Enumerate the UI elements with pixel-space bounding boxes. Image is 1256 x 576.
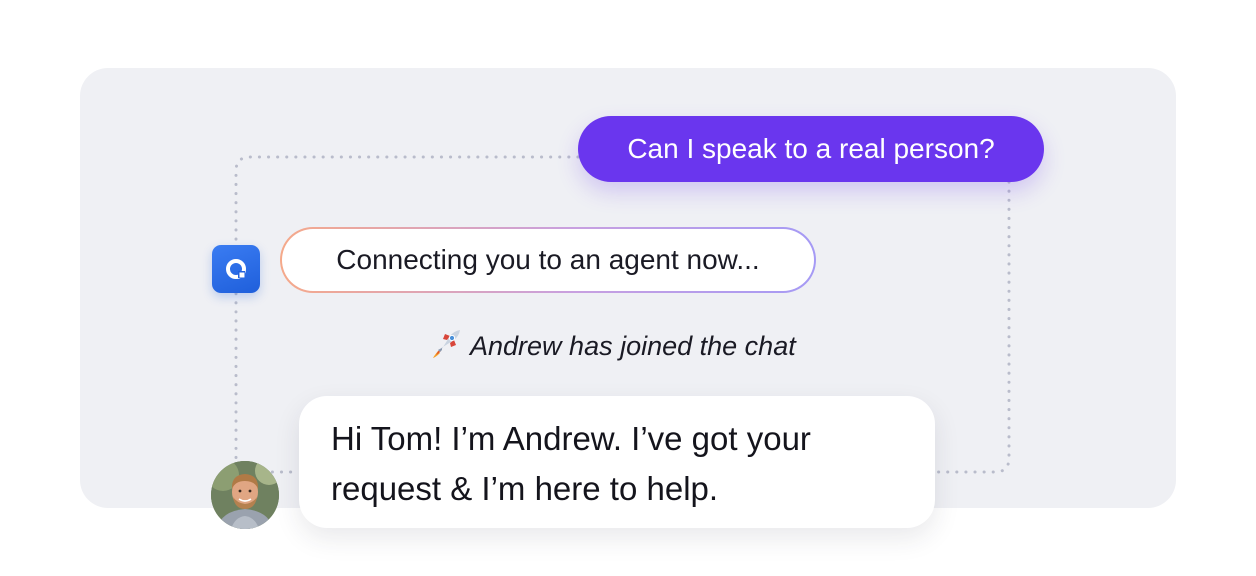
rocket-icon <box>433 330 460 358</box>
agent-photo-avatar <box>211 461 279 529</box>
user-message-text: Can I speak to a real person? <box>627 133 995 164</box>
agent-joined-text: Andrew has joined the chat <box>470 331 796 361</box>
agent-joined-note: Andrew has joined the chat <box>430 326 850 366</box>
bot-logo-icon <box>226 259 246 279</box>
bot-message-inner: Connecting you to an agent now... <box>282 229 814 291</box>
agent-message-bubble: Hi Tom! I’m Andrew. I’ve got your reques… <box>299 396 935 528</box>
chat-illustration: Can I speak to a real person? Connecting… <box>0 0 1256 576</box>
agent-avatar <box>211 461 279 529</box>
agent-message-text: Hi Tom! I’m Andrew. I’ve got your reques… <box>331 420 811 507</box>
bot-avatar <box>212 245 260 293</box>
bot-message-text: Connecting you to an agent now... <box>336 244 760 275</box>
user-message-bubble: Can I speak to a real person? <box>578 116 1044 182</box>
bot-message-bubble: Connecting you to an agent now... <box>280 227 816 293</box>
